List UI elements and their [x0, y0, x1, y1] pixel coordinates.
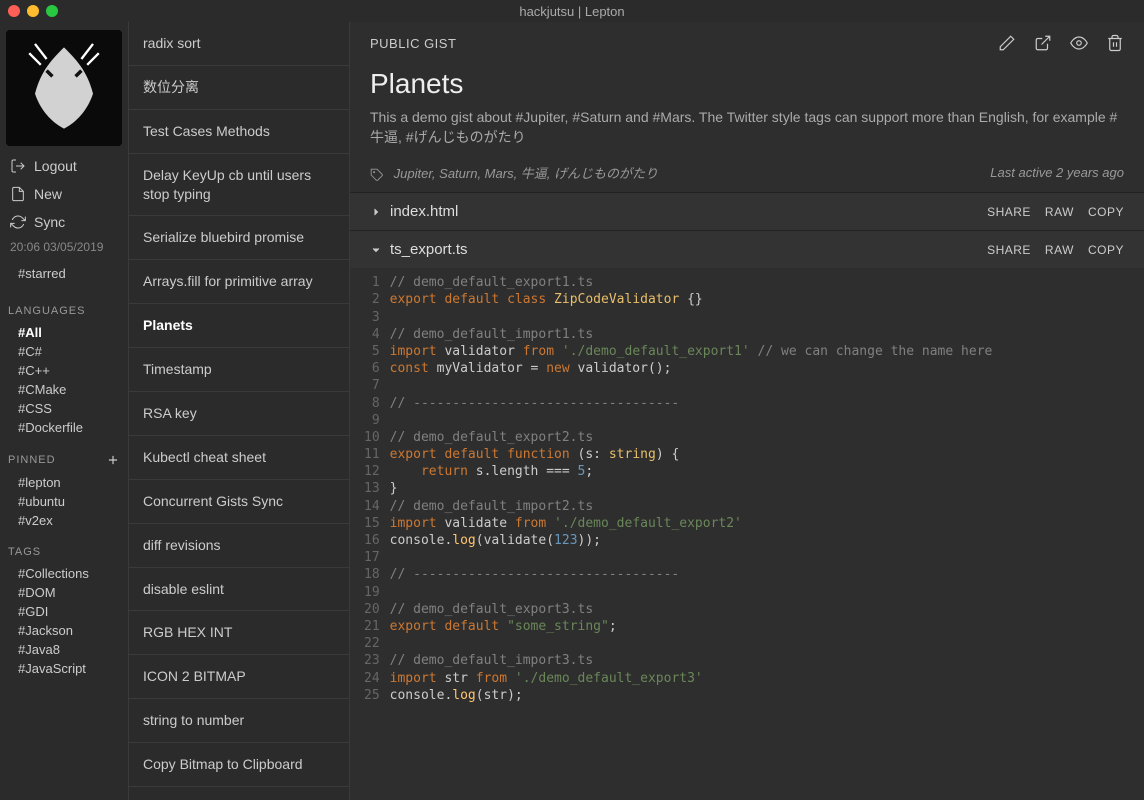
tag-filter[interactable]: #JavaScript — [18, 659, 120, 678]
gist-list-item[interactable]: Timestamp — [129, 348, 349, 392]
file-name: index.html — [390, 203, 458, 220]
language-filter[interactable]: #All — [18, 323, 120, 342]
tag-filter[interactable]: #Collections — [18, 564, 120, 583]
code-block: 1234567891011121314151617181920212223242… — [350, 268, 1144, 800]
line-gutter: 1234567891011121314151617181920212223242… — [350, 268, 390, 800]
gist-description: This a demo gist about #Jupiter, #Saturn… — [350, 104, 1144, 153]
tag-icon — [370, 168, 384, 182]
language-filter[interactable]: #Dockerfile — [18, 418, 120, 437]
copy-button[interactable]: COPY — [1088, 205, 1124, 219]
gist-list: radix sort数位分离Test Cases MethodsDelay Ke… — [128, 22, 350, 800]
edit-icon[interactable] — [998, 34, 1016, 52]
gist-list-item[interactable]: Kubectl cheat sheet — [129, 436, 349, 480]
tag-filter[interactable]: #DOM — [18, 583, 120, 602]
sync-button[interactable]: Sync — [0, 208, 128, 236]
tag-filter[interactable]: #Jackson — [18, 621, 120, 640]
avatar[interactable] — [6, 30, 122, 146]
last-active-label: Last active 2 years ago — [990, 165, 1124, 180]
new-button[interactable]: New — [0, 180, 128, 208]
gist-list-item[interactable]: RGB HEX INT — [129, 611, 349, 655]
gist-list-item[interactable]: Serialize bluebird promise — [129, 216, 349, 260]
external-link-icon[interactable] — [1034, 34, 1052, 52]
gist-list-item[interactable]: disable eslint — [129, 568, 349, 612]
chevron-down-icon — [370, 244, 382, 256]
gist-tags: Jupiter, Saturn, Mars, 牛逼, げんじものがたり — [370, 163, 658, 182]
language-filter[interactable]: #CMake — [18, 380, 120, 399]
sidebar: Logout New Sync 20:06 03/05/2019 #starre… — [0, 22, 128, 800]
gist-list-item[interactable]: Planets — [129, 304, 349, 348]
language-filter[interactable]: #CSS — [18, 399, 120, 418]
tag-filter[interactable]: #Java8 — [18, 640, 120, 659]
window-title: hackjutsu | Lepton — [0, 4, 1144, 19]
tags-header: TAGS — [0, 530, 128, 564]
raw-button[interactable]: RAW — [1045, 243, 1074, 257]
pinned-filter[interactable]: #v2ex — [18, 511, 120, 530]
gist-list-item[interactable]: radix sort — [129, 22, 349, 66]
plus-icon[interactable] — [106, 453, 120, 467]
pinned-filter[interactable]: #ubuntu — [18, 492, 120, 511]
visibility-label: PUBLIC GIST — [370, 36, 456, 51]
eye-icon[interactable] — [1070, 34, 1088, 52]
raw-button[interactable]: RAW — [1045, 205, 1074, 219]
pinned-filter[interactable]: #lepton — [18, 473, 120, 492]
file-row-index-html[interactable]: index.html — [370, 203, 458, 220]
file-name: ts_export.ts — [390, 241, 468, 258]
new-label: New — [34, 186, 62, 202]
copy-button[interactable]: COPY — [1088, 243, 1124, 257]
sync-icon — [10, 214, 26, 230]
logout-icon — [10, 158, 26, 174]
gist-detail: PUBLIC GIST Planets This a demo gist abo… — [350, 22, 1144, 800]
gist-list-item[interactable]: Copy Bitmap to Clipboard — [129, 743, 349, 787]
file-icon — [10, 186, 26, 202]
gist-list-item[interactable]: ICON 2 BITMAP — [129, 655, 349, 699]
titlebar: hackjutsu | Lepton — [0, 0, 1144, 22]
pinned-header: PINNED — [0, 437, 128, 473]
gist-list-item[interactable]: browser micro-lib — [129, 787, 349, 800]
logout-label: Logout — [34, 158, 77, 174]
gist-list-item[interactable]: Arrays.fill for primitive array — [129, 260, 349, 304]
language-filter[interactable]: #C++ — [18, 361, 120, 380]
tag-filter[interactable]: #GDI — [18, 602, 120, 621]
sync-label: Sync — [34, 214, 65, 230]
languages-header: LANGUAGES — [0, 289, 128, 323]
code-lines: // demo_default_export1.tsexport default… — [390, 268, 993, 800]
gist-list-item[interactable]: Delay KeyUp cb until users stop typing — [129, 154, 349, 217]
starred-filter[interactable]: #starred — [0, 258, 128, 289]
file-row-ts-export[interactable]: ts_export.ts — [370, 241, 468, 258]
chevron-right-icon — [370, 206, 382, 218]
gist-title: Planets — [350, 58, 1144, 104]
trash-icon[interactable] — [1106, 34, 1124, 52]
share-button[interactable]: SHARE — [987, 243, 1031, 257]
logout-button[interactable]: Logout — [0, 152, 128, 180]
gist-list-item[interactable]: Concurrent Gists Sync — [129, 480, 349, 524]
language-filter[interactable]: #C# — [18, 342, 120, 361]
share-button[interactable]: SHARE — [987, 205, 1031, 219]
gist-list-item[interactable]: string to number — [129, 699, 349, 743]
gist-list-item[interactable]: 数位分离 — [129, 66, 349, 110]
gist-list-item[interactable]: diff revisions — [129, 524, 349, 568]
gist-list-item[interactable]: RSA key — [129, 392, 349, 436]
sync-timestamp: 20:06 03/05/2019 — [0, 236, 128, 258]
gist-list-item[interactable]: Test Cases Methods — [129, 110, 349, 154]
